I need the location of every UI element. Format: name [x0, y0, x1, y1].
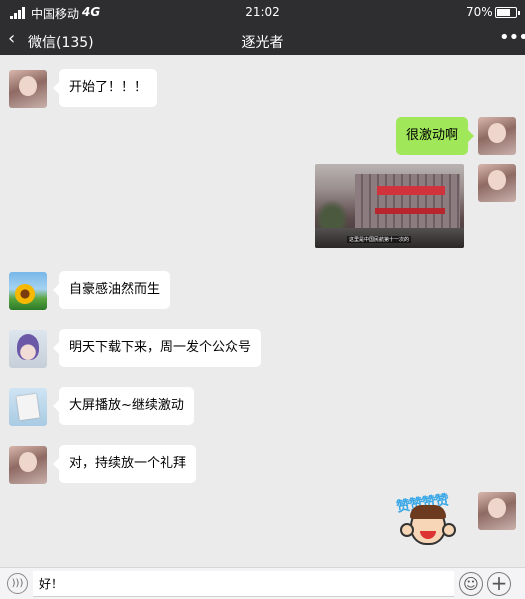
image-caption: 这里是中国民航第十一次的	[347, 236, 412, 243]
status-bar: 中国移动 4G 21:02 70%	[0, 0, 525, 25]
avatar[interactable]	[9, 446, 47, 484]
avatar[interactable]	[9, 330, 47, 368]
avatar[interactable]	[478, 164, 516, 202]
input-bar: ))) 好！ ☺ +	[0, 567, 525, 599]
battery-icon	[495, 7, 520, 18]
chat-title: 逐光者	[241, 35, 284, 51]
message-input[interactable]: 好！	[33, 571, 454, 597]
message-bubble[interactable]: 大屏播放~继续激动	[53, 387, 194, 425]
battery-percent: 70%	[466, 5, 493, 19]
nav-bar: ‹ 微信(135) 逐光者 •••	[0, 25, 525, 55]
avatar[interactable]	[478, 492, 516, 530]
message-bubble[interactable]: 开始了！！！	[52, 69, 158, 107]
voice-icon[interactable]: )))	[7, 573, 28, 594]
message-bubble[interactable]: 自豪感油然而生	[52, 271, 171, 309]
message-bubble[interactable]: 对，持续放一个礼拜	[52, 445, 197, 483]
more-dots-icon[interactable]: •••	[499, 27, 525, 48]
message-image[interactable]: 这里是中国民航第十一次的	[315, 164, 464, 248]
avatar[interactable]	[9, 388, 47, 426]
message-bubble[interactable]: 明天下载下来，周一发个公众号	[52, 329, 262, 367]
status-time: 21:02	[245, 5, 280, 19]
message-bubble[interactable]: 很激动啊	[395, 117, 475, 155]
plus-icon[interactable]: +	[487, 572, 511, 596]
emoji-icon[interactable]: ☺	[459, 572, 483, 596]
avatar[interactable]	[9, 272, 47, 310]
avatar[interactable]	[9, 70, 47, 108]
message-sticker[interactable]: 赞赞赞赞	[394, 492, 468, 549]
chat-area[interactable]: 开始了！！！ 很激动啊 这里是中国民航第十一次的 自豪感油然而生 明天下载下来，…	[0, 55, 525, 567]
avatar[interactable]	[478, 117, 516, 155]
